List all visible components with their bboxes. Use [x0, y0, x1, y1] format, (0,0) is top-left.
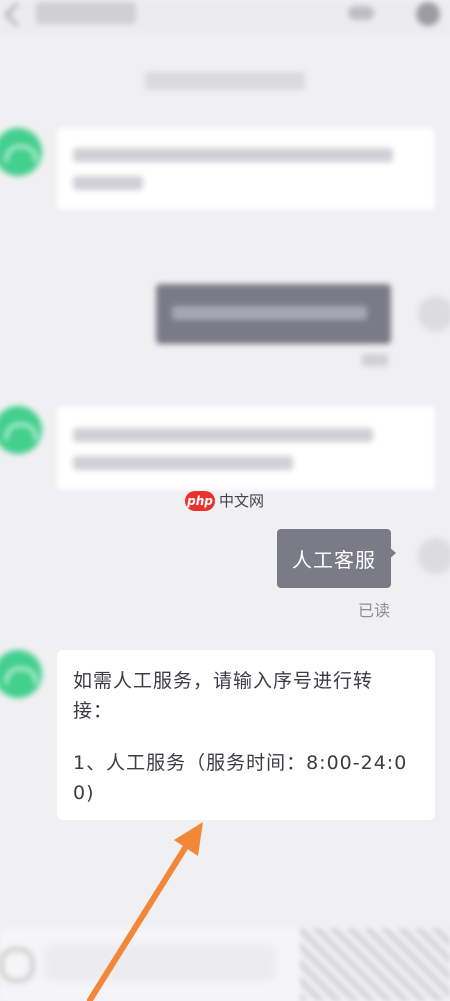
annotation-arrow — [87, 822, 203, 1001]
